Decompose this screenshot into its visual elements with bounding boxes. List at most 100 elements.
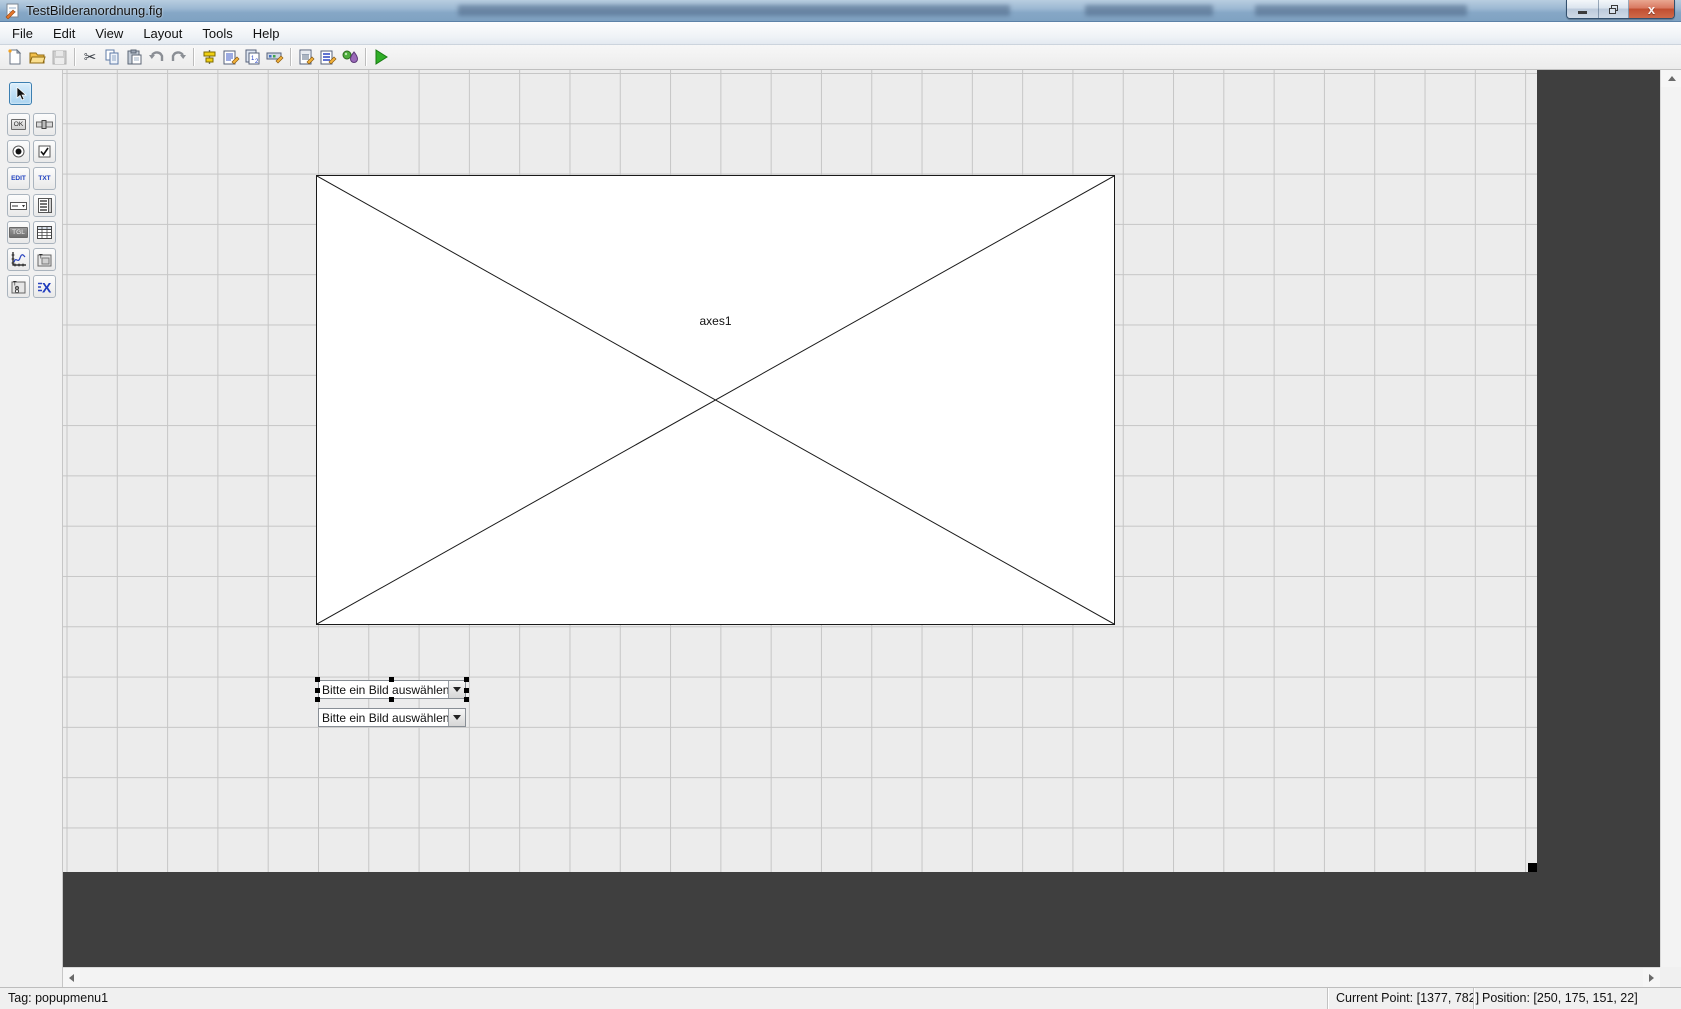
run-button[interactable] [370,46,392,68]
selection-handle[interactable] [464,677,469,682]
panel-icon: T [37,252,52,267]
restore-button[interactable] [1599,0,1629,18]
menu-tools[interactable]: Tools [192,23,242,44]
arrow-up-icon [1668,76,1676,81]
popup-menu-2-text: Bitte ein Bild auswählen [319,711,448,725]
redacted-path-blur [1085,5,1213,16]
vertical-scrollbar[interactable] [1660,70,1681,987]
menu-file[interactable]: File [2,23,43,44]
property-inspector-button[interactable] [317,46,339,68]
check-box-tool[interactable] [33,140,56,163]
toolbar-editor-icon [266,49,284,65]
chevron-down-icon [453,687,461,692]
paste-button[interactable] [123,46,145,68]
window-title: TestBilderanordnung.fig [26,3,163,18]
popup-menu-1[interactable]: Bitte ein Bild auswählen [318,680,466,699]
save-figure-button[interactable] [48,46,70,68]
main-area: OK EDIT [0,70,1681,987]
horizontal-scrollbar[interactable] [63,967,1660,987]
guide-window: TestBilderanordnung.fig x File Edit View… [0,0,1681,1008]
slider-tool[interactable] [33,113,56,136]
copy-button[interactable] [101,46,123,68]
table-icon [37,226,52,239]
menu-layout[interactable]: Layout [133,23,192,44]
axes-tool[interactable] [7,248,30,271]
chevron-down-icon [453,715,461,720]
layout-canvas-outer: axes1 Bitte ein Bild auswählen [63,70,1660,987]
cut-icon: ✂ [84,48,97,66]
run-icon [373,49,389,65]
status-current-point: Current Point: [1377, 782] [1327,988,1473,1009]
redo-button[interactable] [167,46,189,68]
svg-text:X: X [42,280,52,294]
button-group-tool[interactable]: T [7,275,30,298]
new-figure-icon [7,49,23,65]
arrow-left-icon [69,974,74,982]
arrow-right-icon [1649,974,1654,982]
static-text-tool[interactable]: TXT [33,167,56,190]
figure-layout-area[interactable]: axes1 Bitte ein Bild auswählen [63,70,1537,872]
select-cursor-icon [14,87,27,101]
axes-object[interactable]: axes1 [316,175,1115,625]
object-browser-button[interactable] [339,46,361,68]
axes-placeholder-cross-icon [317,176,1114,624]
scroll-right-button[interactable] [1643,968,1660,988]
select-tool[interactable] [9,82,32,105]
toolbar-separator [193,48,194,66]
toolbar-editor-button[interactable] [264,46,286,68]
selection-handle[interactable] [389,697,394,702]
activex-icon: X [37,280,53,294]
push-button-tool[interactable]: OK [7,113,30,136]
menu-edit[interactable]: Edit [43,23,85,44]
new-figure-button[interactable] [4,46,26,68]
menu-view[interactable]: View [85,23,133,44]
open-figure-button[interactable] [26,46,48,68]
scroll-up-button[interactable] [1661,70,1681,87]
popup-menu-2[interactable]: Bitte ein Bild auswählen [318,708,466,727]
align-objects-button[interactable] [198,46,220,68]
redacted-path-blur [1255,5,1467,16]
undo-icon [148,50,165,65]
component-palette: OK EDIT [0,70,63,987]
selection-handle[interactable] [315,697,320,702]
title-bar[interactable]: TestBilderanordnung.fig x [0,0,1681,22]
toolbar-separator [74,48,75,66]
status-bar: Tag: popupmenu1 Current Point: [1377, 78… [0,987,1681,1008]
scroll-left-button[interactable] [63,968,80,988]
popup-menu-2-dropdown-button[interactable] [448,709,465,726]
toolbar: ✂ [0,45,1681,70]
minimize-button[interactable] [1567,0,1599,18]
tab-order-editor-button[interactable]: 1 2 [242,46,264,68]
radio-button-icon [12,145,25,158]
cut-button[interactable]: ✂ [79,46,101,68]
selection-handle[interactable] [389,677,394,682]
panel-tool[interactable]: T [33,248,56,271]
scrollbar-corner [1660,967,1681,987]
redo-icon [170,50,187,65]
toggle-button-tool[interactable]: TGL [7,221,30,244]
figure-resize-handle[interactable] [1528,863,1537,872]
copy-icon [104,49,120,65]
menu-help[interactable]: Help [243,23,290,44]
listbox-tool[interactable] [33,194,56,217]
editor-button[interactable] [295,46,317,68]
selection-handle[interactable] [464,688,469,693]
edit-text-tool[interactable]: EDIT [7,167,30,190]
popup-menu-icon [10,202,27,210]
table-tool[interactable] [33,221,56,244]
toolbar-separator [290,48,291,66]
selection-handle[interactable] [315,677,320,682]
close-button[interactable]: x [1629,0,1674,18]
popup-menu-1-text: Bitte ein Bild auswählen [319,683,448,697]
selection-handle[interactable] [315,688,320,693]
activex-tool[interactable]: X [33,275,56,298]
radio-button-tool[interactable] [7,140,30,163]
popup-menu-tool[interactable] [7,194,30,217]
undo-button[interactable] [145,46,167,68]
menu-editor-button[interactable] [220,46,242,68]
popup-menu-1-dropdown-button[interactable] [448,681,465,698]
guide-app-icon [5,3,21,19]
menu-editor-icon [223,49,240,66]
selection-handle[interactable] [464,697,469,702]
toggle-button-icon: TGL [9,227,28,238]
